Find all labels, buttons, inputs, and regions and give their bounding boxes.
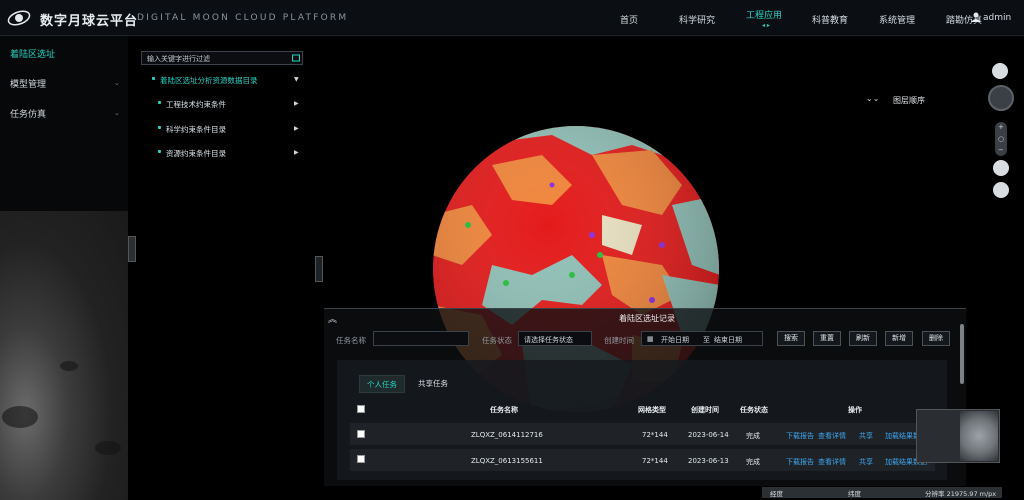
task-name-input[interactable]: [373, 331, 469, 346]
moon-logo-icon[interactable]: [6, 8, 32, 28]
user-icon[interactable]: [971, 12, 981, 22]
collapse-up-icon[interactable]: ︽: [328, 312, 337, 325]
sidebar-collapse-handle[interactable]: [128, 236, 136, 262]
compass-icon[interactable]: [988, 85, 1014, 111]
overview-moon-image: [960, 411, 998, 461]
zoom-out-icon[interactable]: −: [998, 146, 1004, 154]
select-all-checkbox[interactable]: [357, 405, 365, 413]
tree-node-engineering[interactable]: 工程技术约束条件: [166, 99, 226, 110]
panel-scrollbar[interactable]: [960, 324, 964, 384]
created-time-label: 创建时间: [604, 336, 634, 345]
top-header: 数字月球云平台 DIGITAL MOON CLOUD PLATFORM 首页 科…: [0, 0, 1024, 36]
status-cell: 完成: [746, 458, 760, 466]
zoom-in-icon[interactable]: +: [998, 123, 1004, 131]
longitude-label: 经度: [770, 490, 783, 498]
grid-type-cell: 72*144: [642, 457, 668, 465]
nav-education[interactable]: 科普教育: [812, 13, 848, 26]
user-name[interactable]: admin: [983, 13, 1011, 23]
zoom-control[interactable]: + ○ −: [995, 122, 1007, 156]
row-checkbox[interactable]: [357, 455, 365, 463]
lunar-surface-image: [0, 211, 128, 500]
nav-engineering[interactable]: 工程应用: [746, 8, 782, 21]
view-details-link[interactable]: 查看详情: [818, 431, 846, 441]
col-task-status: 任务状态: [740, 406, 768, 414]
zoom-reset-icon[interactable]: ○: [998, 135, 1004, 143]
tree-root-node[interactable]: 着陆区选址分析资源数据目录: [160, 75, 258, 86]
created-date-cell: 2023-06-14: [688, 431, 729, 439]
task-name-label: 任务名称: [336, 336, 366, 345]
share-icon[interactable]: [993, 160, 1009, 176]
chevron-down-icon: ⌄: [114, 79, 120, 87]
download-report-link[interactable]: 下载报告: [786, 431, 814, 441]
share-link[interactable]: 共享: [859, 431, 873, 441]
caret-right-icon[interactable]: ▶: [294, 125, 299, 132]
fullscreen-icon[interactable]: [992, 63, 1008, 79]
nav-active-caret-icon: ◂ ▸: [762, 22, 770, 29]
col-task-name: 任务名称: [490, 406, 518, 414]
reset-button[interactable]: 重置: [813, 331, 841, 346]
share-link[interactable]: 共享: [859, 457, 873, 467]
sidebar-item-model[interactable]: 模型管理: [10, 77, 46, 90]
calendar-icon: ▦: [647, 335, 654, 343]
search-button[interactable]: 搜索: [777, 331, 805, 346]
sidebar-item-landing-site[interactable]: 着陆区选址: [10, 47, 55, 60]
tab-personal[interactable]: 个人任务: [359, 375, 405, 393]
caret-right-icon[interactable]: ▶: [294, 149, 299, 156]
col-created-time: 创建时间: [691, 406, 719, 414]
view-details-link[interactable]: 查看详情: [818, 457, 846, 467]
app-title: 数字月球云平台: [40, 14, 139, 29]
caret-right-icon[interactable]: ▶: [294, 100, 299, 107]
nav-home[interactable]: 首页: [620, 13, 638, 26]
delete-button[interactable]: 删除: [922, 331, 950, 346]
refresh-button[interactable]: 刷新: [849, 331, 877, 346]
task-status-select[interactable]: 请选择任务状态: [518, 331, 592, 346]
start-date-field[interactable]: 开始日期: [661, 335, 689, 345]
date-range-picker[interactable]: ▦ 开始日期 至 结束日期: [641, 331, 763, 346]
status-bar: 经度 纬度 分辨率 21975.97 m/px: [762, 487, 1002, 498]
date-to-label: 至: [703, 336, 710, 344]
latitude-label: 纬度: [848, 490, 861, 498]
download-report-link[interactable]: 下载报告: [786, 457, 814, 467]
records-title: 着陆区选址记录: [619, 314, 675, 323]
col-grid-type: 网格类型: [638, 406, 666, 414]
sidebar-item-simulation[interactable]: 任务仿真: [10, 107, 46, 120]
status-cell: 完成: [746, 432, 760, 440]
tab-shared[interactable]: 共享任务: [410, 375, 456, 393]
filter-icon[interactable]: [292, 54, 300, 62]
task-name-cell: ZLQXZ_0614112716: [471, 431, 543, 439]
end-date-field[interactable]: 结束日期: [714, 335, 742, 345]
task-status-label: 任务状态: [482, 336, 512, 345]
add-button[interactable]: 新增: [885, 331, 913, 346]
grid-type-cell: 72*144: [642, 431, 668, 439]
left-sidebar: [0, 36, 128, 211]
chevron-down-icon: ⌄: [114, 109, 120, 117]
layer-order-label[interactable]: 图层顺序: [893, 95, 925, 106]
created-date-cell: 2023-06-13: [688, 457, 729, 465]
row-checkbox[interactable]: [357, 430, 365, 438]
caret-down-icon[interactable]: ▼: [294, 76, 299, 83]
tree-filter-input[interactable]: 输入关键字进行过滤: [141, 51, 303, 65]
col-actions: 操作: [848, 406, 862, 414]
layer-collapse-icon[interactable]: ⌄⌄: [866, 94, 879, 103]
globe-icon[interactable]: [993, 182, 1009, 198]
nav-system[interactable]: 系统管理: [879, 13, 915, 26]
nav-science[interactable]: 科学研究: [679, 13, 715, 26]
task-name-cell: ZLQXZ_0613155611: [471, 457, 543, 465]
tree-node-science[interactable]: 科学约束条件目录: [166, 124, 226, 135]
tree-collapse-handle[interactable]: [315, 256, 323, 282]
resolution-readout: 分辨率 21975.97 m/px: [925, 490, 997, 498]
app-subtitle: DIGITAL MOON CLOUD PLATFORM: [137, 13, 349, 23]
tree-node-resource[interactable]: 资源约束条件目录: [166, 148, 226, 159]
